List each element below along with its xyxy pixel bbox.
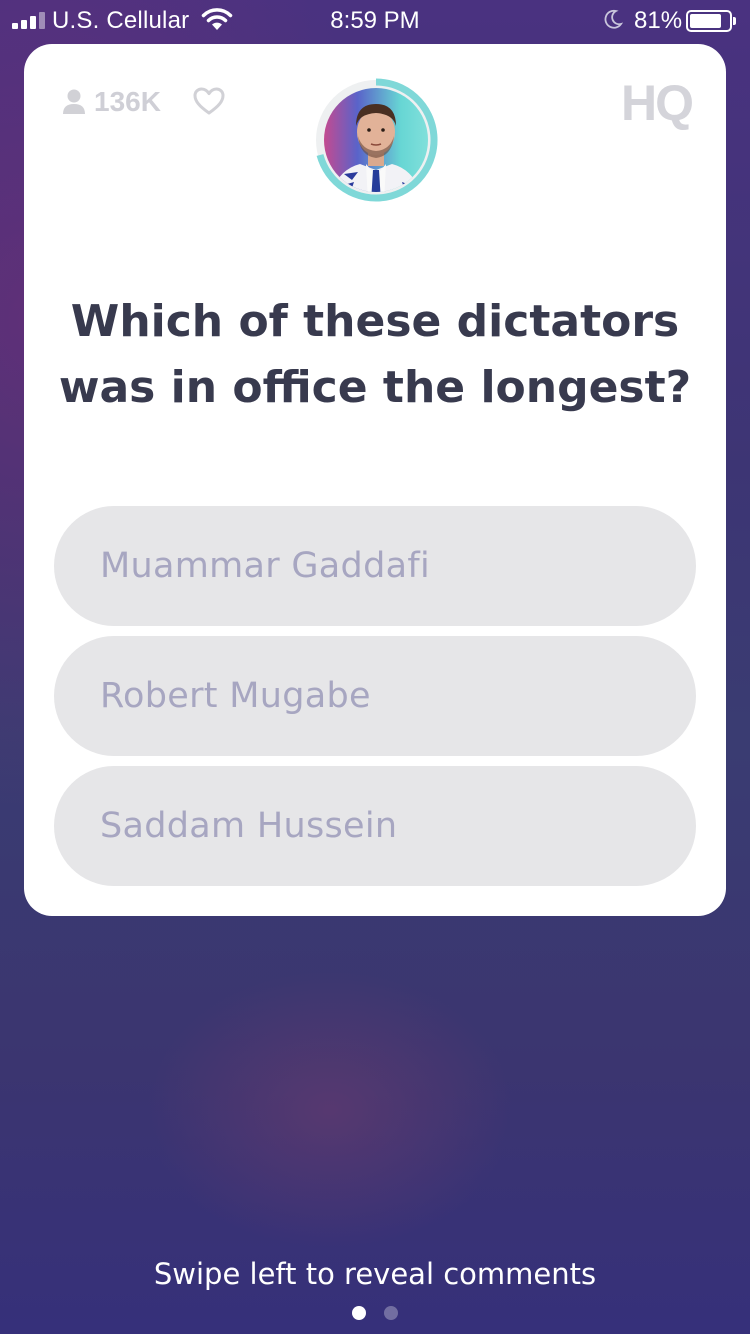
answer-label: Robert Mugabe [100,676,371,716]
question-card: 136K HQ Which of these dictators was in … [24,44,726,916]
page-dot-active[interactable] [352,1306,366,1320]
answer-label: Muammar Gaddafi [100,546,430,586]
viewer-count-value: 136K [94,86,161,117]
status-bar: U.S. Cellular 8:59 PM 81% [0,0,750,42]
question-text: Which of these dictators was in office t… [58,296,692,413]
page-indicator[interactable] [0,1306,750,1320]
do-not-disturb-moon-icon [604,9,623,29]
viewer-count: 136K [62,86,161,118]
answer-option[interactable]: Saddam Hussein [54,766,696,886]
host-video-avatar [316,78,438,202]
person-icon [63,89,85,114]
hq-logo: HQ [621,75,694,131]
swipe-hint: Swipe left to reveal comments [153,1257,597,1291]
battery-percentage: 81% [634,7,683,34]
answer-label: Saddam Hussein [100,806,398,846]
answer-option[interactable]: Robert Mugabe [54,636,696,756]
page-dot[interactable] [384,1306,398,1320]
battery-icon [686,10,736,32]
answer-option[interactable]: Muammar Gaddafi [54,506,696,626]
answer-list: Muammar Gaddafi Robert Mugabe Saddam Hus… [54,506,696,896]
heart-icon[interactable] [192,86,226,116]
